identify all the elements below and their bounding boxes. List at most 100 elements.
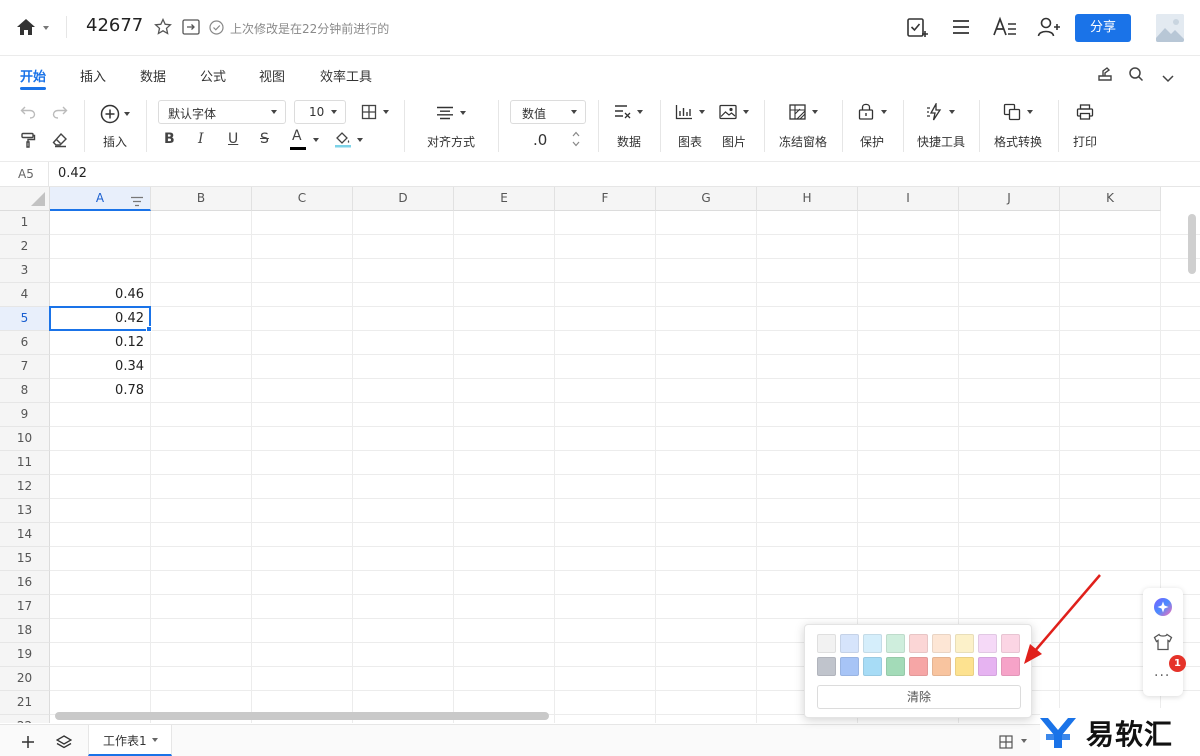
column-header-d[interactable]: D bbox=[353, 187, 454, 211]
color-swatch[interactable] bbox=[978, 634, 997, 653]
format-convert-label[interactable]: 格式转换 bbox=[994, 133, 1042, 150]
select-all-corner[interactable] bbox=[0, 187, 50, 211]
borders-dropdown-icon[interactable] bbox=[383, 110, 389, 114]
sheet-tab[interactable]: 工作表1 bbox=[88, 725, 172, 756]
share-button[interactable]: 分享 bbox=[1075, 14, 1131, 42]
format-convert-dropdown-icon[interactable] bbox=[1027, 110, 1033, 114]
insert-dropdown-icon[interactable] bbox=[124, 112, 130, 116]
fill-color-dropdown-icon[interactable] bbox=[357, 138, 363, 142]
chart-icon[interactable] bbox=[675, 104, 693, 124]
row-header-17[interactable]: 17 bbox=[0, 595, 50, 619]
print-icon[interactable] bbox=[1076, 104, 1094, 124]
color-swatch[interactable] bbox=[840, 657, 859, 676]
menu-lines-icon[interactable] bbox=[951, 18, 971, 40]
column-header-e[interactable]: E bbox=[454, 187, 555, 211]
tab-efficiency-tools[interactable]: 效率工具 bbox=[320, 66, 372, 85]
column-header-h[interactable]: H bbox=[757, 187, 858, 211]
lock-icon[interactable] bbox=[858, 102, 874, 124]
color-swatch[interactable] bbox=[909, 657, 928, 676]
row-header-16[interactable]: 16 bbox=[0, 571, 50, 595]
print-label[interactable]: 打印 bbox=[1073, 133, 1097, 150]
freeze-panes-icon[interactable] bbox=[789, 104, 806, 124]
row-header-1[interactable]: 1 bbox=[0, 211, 50, 235]
text-style-icon[interactable] bbox=[992, 16, 1018, 42]
chart-label[interactable]: 图表 bbox=[678, 133, 702, 150]
row-header-6[interactable]: 6 bbox=[0, 331, 50, 355]
column-header-b[interactable]: B bbox=[151, 187, 252, 211]
task-check-icon[interactable] bbox=[905, 16, 929, 44]
row-header-19[interactable]: 19 bbox=[0, 643, 50, 667]
row-header-2[interactable]: 2 bbox=[0, 235, 50, 259]
fill-handle[interactable] bbox=[146, 326, 152, 332]
tab-view[interactable]: 视图 bbox=[259, 66, 285, 85]
image-label[interactable]: 图片 bbox=[722, 133, 746, 150]
underline-button[interactable]: U bbox=[228, 131, 238, 147]
redo-icon[interactable] bbox=[52, 104, 68, 123]
row-header-5[interactable]: 5 bbox=[0, 307, 50, 331]
color-swatch[interactable] bbox=[817, 634, 836, 653]
row-header-7[interactable]: 7 bbox=[0, 355, 50, 379]
cell-reference[interactable]: A5 bbox=[18, 167, 34, 181]
color-swatch[interactable] bbox=[886, 634, 905, 653]
column-header-g[interactable]: G bbox=[656, 187, 757, 211]
avatar[interactable] bbox=[1156, 14, 1184, 42]
color-swatch[interactable] bbox=[840, 634, 859, 653]
color-swatch[interactable] bbox=[955, 657, 974, 676]
data-label[interactable]: 数据 bbox=[617, 133, 641, 150]
freeze-panes-label[interactable]: 冻结窗格 bbox=[779, 133, 827, 150]
home-icon[interactable] bbox=[16, 18, 36, 40]
color-swatch[interactable] bbox=[886, 657, 905, 676]
bold-button[interactable]: B bbox=[164, 131, 175, 147]
horizontal-scrollbar[interactable] bbox=[55, 712, 549, 720]
clear-color-button[interactable]: 清除 bbox=[817, 685, 1021, 709]
star-icon[interactable] bbox=[154, 17, 172, 40]
row-header-8[interactable]: 8 bbox=[0, 379, 50, 403]
color-swatch[interactable] bbox=[863, 657, 882, 676]
tab-insert[interactable]: 插入 bbox=[80, 66, 106, 85]
color-swatch[interactable] bbox=[932, 657, 951, 676]
font-color-dropdown-icon[interactable] bbox=[313, 138, 319, 142]
fill-color-icon[interactable] bbox=[334, 130, 352, 152]
cell-a8[interactable]: 0.78 bbox=[50, 383, 144, 398]
insert-label[interactable]: 插入 bbox=[103, 133, 127, 150]
color-swatch[interactable] bbox=[863, 634, 882, 653]
formula-input[interactable]: 0.42 bbox=[58, 166, 87, 181]
color-swatch[interactable] bbox=[955, 634, 974, 653]
undo-icon[interactable] bbox=[20, 104, 36, 123]
eraser-icon[interactable] bbox=[52, 132, 68, 152]
color-swatch[interactable] bbox=[817, 657, 836, 676]
add-sheet-icon[interactable] bbox=[21, 734, 35, 753]
italic-button[interactable]: I bbox=[198, 131, 204, 147]
row-header-22[interactable]: 22 bbox=[0, 715, 50, 723]
quick-tools-icon[interactable] bbox=[926, 101, 944, 125]
align-label[interactable]: 对齐方式 bbox=[427, 133, 475, 150]
home-dropdown-icon[interactable] bbox=[43, 26, 49, 30]
image-icon[interactable] bbox=[719, 104, 737, 124]
more-options-icon[interactable]: ··· bbox=[1154, 668, 1170, 684]
view-grid-icon[interactable] bbox=[999, 734, 1013, 753]
freeze-panes-dropdown-icon[interactable] bbox=[812, 110, 818, 114]
search-icon[interactable] bbox=[1128, 66, 1144, 86]
sheet-tab-dropdown-icon[interactable] bbox=[152, 738, 158, 742]
column-filter-icon[interactable] bbox=[130, 193, 144, 212]
color-swatch[interactable] bbox=[978, 657, 997, 676]
row-header-12[interactable]: 12 bbox=[0, 475, 50, 499]
align-dropdown-icon[interactable] bbox=[460, 111, 466, 115]
row-header-15[interactable]: 15 bbox=[0, 547, 50, 571]
column-header-k[interactable]: K bbox=[1060, 187, 1161, 211]
font-color-button[interactable]: A bbox=[292, 128, 302, 144]
protect-label[interactable]: 保护 bbox=[860, 133, 884, 150]
format-convert-icon[interactable] bbox=[1003, 103, 1021, 125]
cell-a6[interactable]: 0.12 bbox=[50, 335, 144, 350]
data-filter-icon[interactable] bbox=[614, 104, 632, 124]
row-header-13[interactable]: 13 bbox=[0, 499, 50, 523]
row-header-14[interactable]: 14 bbox=[0, 523, 50, 547]
column-header-c[interactable]: C bbox=[252, 187, 353, 211]
color-swatch[interactable] bbox=[909, 634, 928, 653]
quick-tools-dropdown-icon[interactable] bbox=[949, 110, 955, 114]
row-header-21[interactable]: 21 bbox=[0, 691, 50, 715]
row-header-9[interactable]: 9 bbox=[0, 403, 50, 427]
align-center-icon[interactable] bbox=[436, 105, 454, 124]
format-painter-tool-icon[interactable] bbox=[1096, 65, 1114, 87]
image-dropdown-icon[interactable] bbox=[743, 110, 749, 114]
